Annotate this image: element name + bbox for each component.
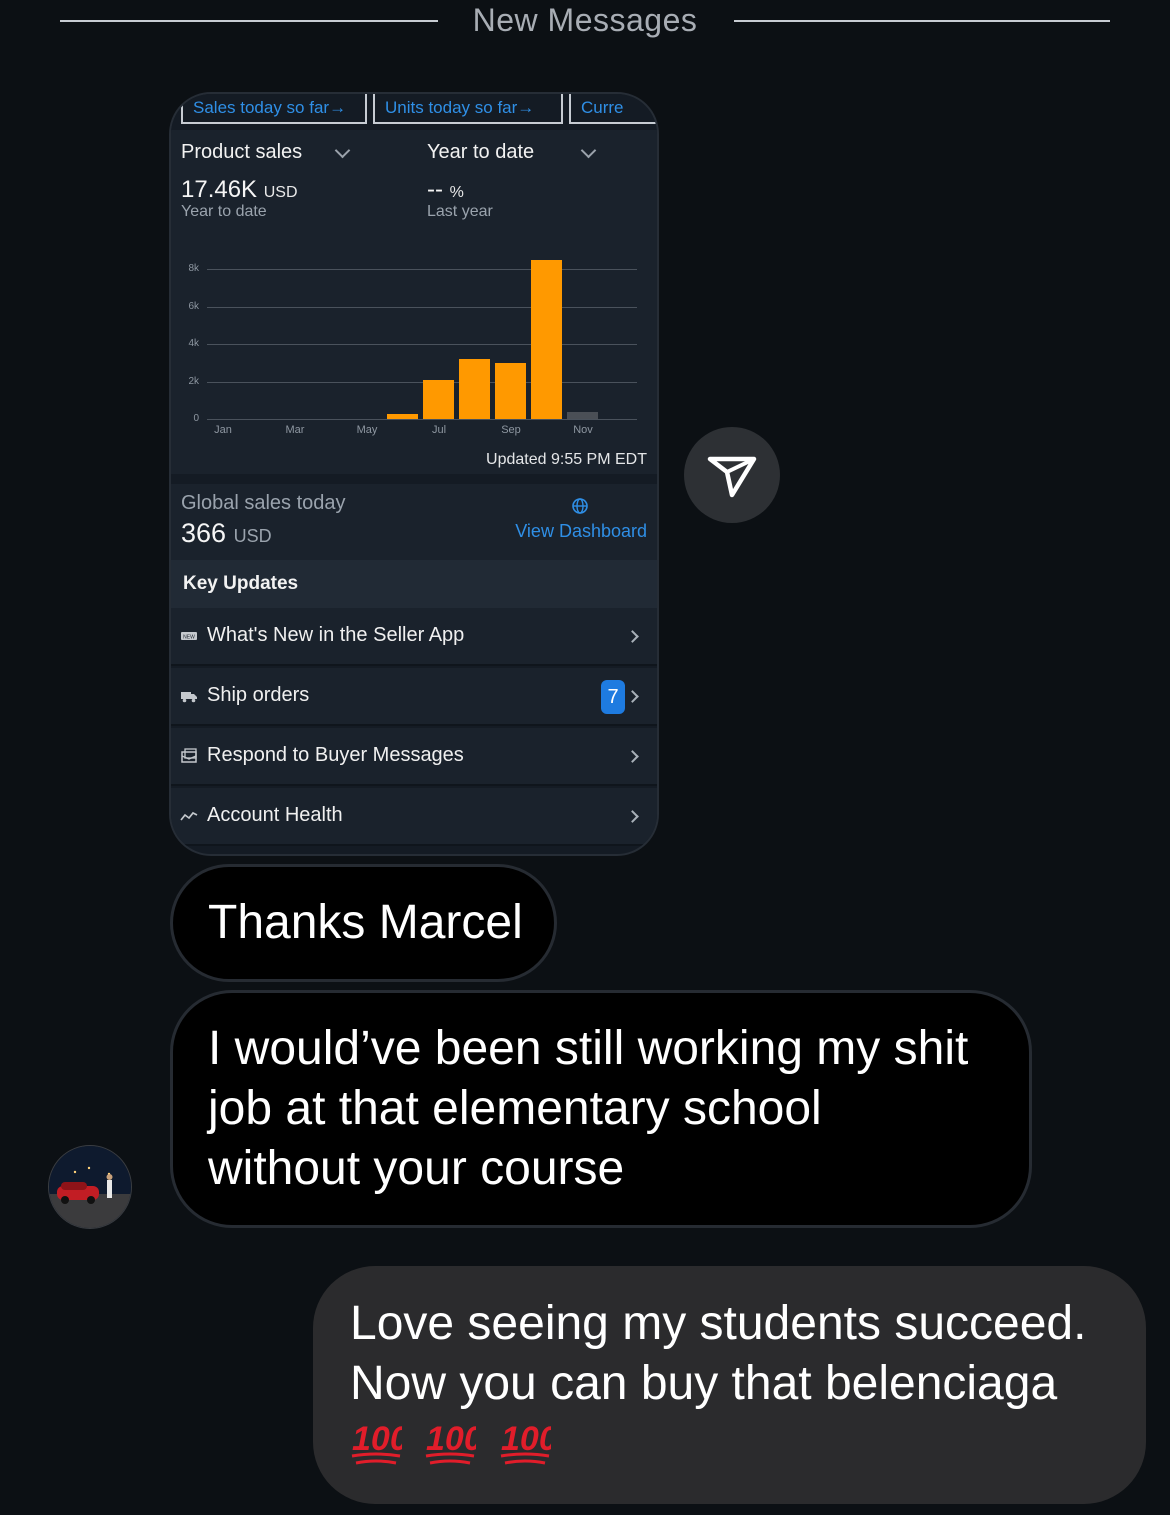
message-bubble-incoming[interactable]: I would’ve been still working my shit jo…	[170, 990, 1032, 1228]
chart-bar-nov	[567, 412, 598, 419]
chart-gridline	[207, 269, 637, 270]
sender-avatar[interactable]	[48, 1145, 132, 1229]
key-update-whats-new[interactable]: NEW What's New in the Seller App	[171, 608, 657, 666]
hundred-points-icon: 100	[351, 1420, 402, 1465]
chart-x-tick: May	[356, 424, 378, 436]
updated-timestamp: Updated 9:55 PM EDT	[486, 451, 647, 468]
chart-gridline	[207, 419, 637, 420]
key-update-account-health[interactable]: Account Health	[171, 788, 657, 846]
metric-tabs: Sales today so far→ Units today so far→ …	[171, 94, 657, 130]
chart-bar-jun	[387, 414, 418, 419]
chart-x-tick: Mar	[285, 424, 305, 436]
chart-gridline	[207, 306, 637, 308]
chevron-right-icon	[626, 750, 639, 763]
svg-text:NEW: NEW	[183, 635, 195, 641]
message-text-line: job at that elementary school	[208, 1082, 822, 1135]
change-value: -- %	[427, 176, 464, 203]
message-icon	[181, 748, 197, 763]
chart-bar-jul	[423, 379, 454, 419]
tab-sales-today[interactable]: Sales today so far→	[181, 94, 367, 124]
shared-screenshot[interactable]: Sales today so far→ Units today so far→ …	[169, 92, 659, 856]
key-update-label: Account Health	[207, 804, 343, 826]
key-update-buyer-messages[interactable]: Respond to Buyer Messages	[171, 728, 657, 786]
chevron-right-icon	[626, 690, 639, 703]
tab-units-today[interactable]: Units today so far→	[373, 94, 563, 124]
new-messages-divider: New Messages	[472, 2, 698, 38]
orders-count-badge: 7	[601, 680, 625, 714]
chevron-right-icon	[626, 810, 639, 823]
chart-bar-aug	[459, 359, 490, 419]
globe-icon	[572, 498, 588, 514]
key-update-label: Ship orders	[207, 684, 310, 706]
chart-y-tick: 4k	[188, 338, 199, 349]
divider-line-right	[734, 20, 1110, 22]
total-sales-caption: Year to date	[181, 203, 267, 220]
chart-y-tick: 0	[193, 413, 199, 424]
svg-text:100: 100	[352, 1420, 402, 1458]
view-dashboard-link[interactable]: View Dashboard	[515, 521, 647, 542]
message-bubble-incoming[interactable]: Thanks Marcel	[170, 864, 557, 982]
chart-y-tick: 2k	[188, 375, 199, 387]
chart-x-tick: Jul	[431, 424, 447, 436]
new-badge-icon: NEW	[181, 632, 197, 641]
message-text: Thanks Marcel	[208, 896, 523, 949]
avatar-photo	[49, 1146, 131, 1228]
divider-line-left	[60, 20, 438, 22]
chart-x-tick: Jan	[214, 424, 232, 436]
message-text-line: without your course	[208, 1142, 625, 1195]
key-update-label: What's New in the Seller App	[207, 624, 465, 646]
truck-icon	[181, 692, 197, 703]
chart-bar-oct	[531, 259, 562, 419]
svg-text:100: 100	[501, 1420, 551, 1458]
message-text-line: Now you can buy that belenciaga	[350, 1357, 1058, 1410]
chart-gridline	[207, 344, 637, 345]
tab-current[interactable]: Curre	[569, 94, 657, 124]
period-selector[interactable]: Year to date	[427, 141, 534, 164]
change-caption: Last year	[427, 203, 493, 220]
message-bubble-outgoing[interactable]: Love seeing my students succeed. Now you…	[313, 1266, 1146, 1504]
chart-gridline	[207, 381, 637, 383]
message-text-line: Love seeing my students succeed.	[350, 1297, 1087, 1350]
global-sales-value: 366 USD	[181, 518, 272, 548]
emoji-row: 100 100 100	[350, 1414, 569, 1468]
key-updates-header: Key Updates	[171, 560, 657, 608]
chart-y-tick: 6k	[188, 300, 199, 312]
global-sales-label: Global sales today	[181, 492, 346, 514]
chart-x-tick: Sep	[501, 424, 521, 436]
hundred-points-icon: 100	[426, 1420, 476, 1465]
svg-text:100: 100	[426, 1420, 476, 1458]
message-text-line: I would’ve been still working my shit	[208, 1022, 969, 1075]
total-sales-value: 17.46K USD	[181, 176, 298, 203]
key-update-label: Respond to Buyer Messages	[207, 744, 464, 766]
chart-y-tick: 8k	[188, 263, 199, 274]
chart-x-tick: Nov	[573, 424, 593, 436]
chart-bar-sep	[495, 362, 526, 419]
hundred-points-icon: 100	[500, 1420, 551, 1465]
trend-icon	[180, 811, 198, 821]
send-icon	[707, 456, 757, 498]
metric-selector[interactable]: Product sales	[181, 141, 302, 164]
chevron-right-icon	[626, 630, 639, 643]
share-button[interactable]	[684, 427, 780, 523]
key-update-ship-orders[interactable]: Ship orders 7	[171, 668, 657, 726]
